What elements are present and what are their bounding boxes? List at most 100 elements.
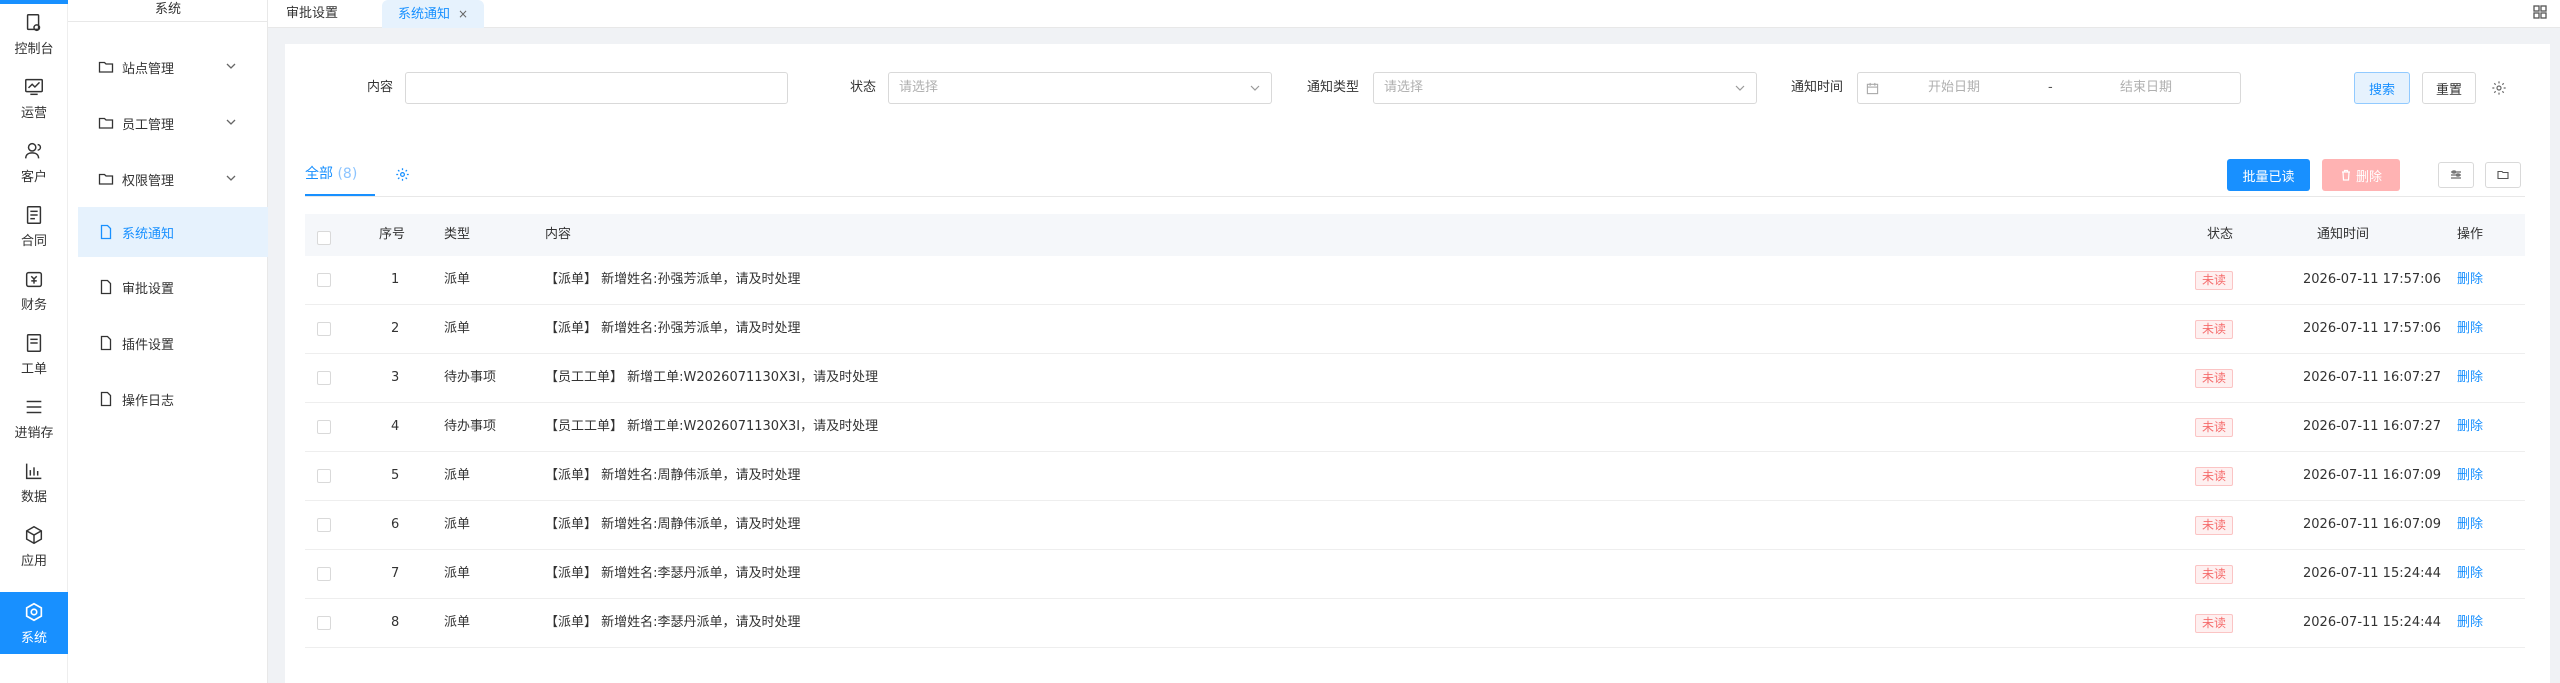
tab-system-notification[interactable]: 系统通知 × bbox=[382, 0, 485, 28]
tab-all[interactable]: 全部 (8) bbox=[305, 156, 357, 192]
status-badge: 未读 bbox=[2195, 516, 2234, 535]
app-icon bbox=[25, 525, 43, 544]
date-range-picker[interactable]: 开始日期 - 结束日期 bbox=[1857, 72, 2241, 104]
workorder-icon bbox=[26, 333, 42, 352]
status-filter-select[interactable]: 请选择 bbox=[888, 72, 1272, 104]
status-badge: 未读 bbox=[2195, 614, 2234, 633]
grid-icon[interactable] bbox=[2532, 4, 2548, 20]
row-checkbox[interactable] bbox=[317, 616, 331, 630]
type-filter-placeholder: 请选择 bbox=[1384, 80, 1424, 95]
submenu-item-system-notification[interactable]: 系统通知 bbox=[78, 207, 268, 257]
rail-item-finance[interactable]: 财务 bbox=[0, 260, 68, 320]
chevron-down-icon bbox=[226, 119, 236, 125]
status-badge: 未读 bbox=[2195, 271, 2234, 290]
submenu-item-site-management[interactable]: 站点管理 bbox=[78, 42, 268, 92]
row-delete-link[interactable]: 删除 bbox=[2457, 501, 2483, 549]
row-checkbox[interactable] bbox=[317, 518, 331, 532]
row-time: 2026-07-11 16:07:27 bbox=[2303, 370, 2442, 385]
status-badge: 未读 bbox=[2195, 320, 2234, 339]
trash-icon bbox=[2341, 169, 2350, 181]
system-icon bbox=[25, 602, 43, 621]
header-index: 序号 bbox=[379, 227, 406, 242]
inventory-icon bbox=[26, 400, 42, 413]
rail-label: 合同 bbox=[20, 233, 47, 249]
rail-item-customer[interactable]: 客户 bbox=[0, 132, 68, 192]
batch-mark-read-button[interactable]: 批量已读 bbox=[2227, 159, 2310, 191]
row-time: 2026-07-11 17:57:06 bbox=[2303, 272, 2442, 287]
type-filter-label: 通知类型 bbox=[1307, 80, 1360, 95]
submenu-label: 员工管理 bbox=[122, 117, 175, 133]
status-badge: 未读 bbox=[2195, 565, 2234, 584]
row-checkbox[interactable] bbox=[317, 371, 331, 385]
rail-label: 工单 bbox=[20, 361, 47, 377]
tab-all-count: (8) bbox=[337, 166, 358, 182]
table-row: 1 派单 【派单】 新增姓名:孙强芳派单，请及时处理 未读 2026-07-11… bbox=[305, 256, 2525, 305]
data-icon bbox=[25, 463, 42, 479]
row-index: 7 bbox=[391, 566, 400, 581]
row-content: 【派单】 新增姓名:周静伟派单，请及时处理 bbox=[545, 468, 801, 483]
row-checkbox[interactable] bbox=[317, 567, 331, 581]
row-delete-link[interactable]: 删除 bbox=[2457, 550, 2483, 598]
row-content: 【派单】 新增姓名:李瑟丹派单，请及时处理 bbox=[545, 615, 801, 630]
folder-button[interactable] bbox=[2485, 162, 2521, 188]
rail-item-inventory[interactable]: 进销存 bbox=[0, 388, 68, 448]
nav-rail: 控制台 运营 客户 合同 财务 工单 进销存 数据 应用 系统 bbox=[0, 0, 68, 683]
row-content: 【派单】 新增姓名:孙强芳派单，请及时处理 bbox=[545, 321, 801, 336]
delete-button[interactable]: 删除 bbox=[2322, 159, 2400, 191]
row-checkbox[interactable] bbox=[317, 322, 331, 336]
row-checkbox[interactable] bbox=[317, 420, 331, 434]
row-index: 5 bbox=[391, 468, 400, 483]
submenu-item-plugin-settings[interactable]: 插件设置 bbox=[78, 318, 268, 368]
row-type: 待办事项 bbox=[444, 370, 497, 385]
row-type: 派单 bbox=[444, 566, 471, 581]
tab-approval-settings[interactable]: 审批设置 bbox=[270, 0, 354, 28]
table-row: 4 待办事项 【员工工单】 新增工单:W2026071130X3I，请及时处理 … bbox=[305, 403, 2525, 452]
row-delete-link[interactable]: 删除 bbox=[2457, 403, 2483, 451]
submenu-label: 站点管理 bbox=[122, 61, 175, 77]
rail-item-data[interactable]: 数据 bbox=[0, 452, 68, 512]
filter-toggle-button[interactable] bbox=[2438, 162, 2474, 188]
rail-item-system[interactable]: 系统 bbox=[0, 592, 68, 654]
submenu-title: 系统 bbox=[68, 0, 268, 22]
reset-button[interactable]: 重置 bbox=[2422, 72, 2476, 104]
row-type: 派单 bbox=[444, 468, 471, 483]
row-content: 【派单】 新增姓名:孙强芳派单，请及时处理 bbox=[545, 272, 801, 287]
row-delete-link[interactable]: 删除 bbox=[2457, 305, 2483, 353]
submenu-item-staff-management[interactable]: 员工管理 bbox=[78, 98, 268, 148]
status-filter-placeholder: 请选择 bbox=[899, 80, 939, 95]
row-time: 2026-07-11 16:07:27 bbox=[2303, 419, 2442, 434]
rail-item-contract[interactable]: 合同 bbox=[0, 196, 68, 256]
row-type: 派单 bbox=[444, 321, 471, 336]
table-row: 3 待办事项 【员工工单】 新增工单:W2026071130X3I，请及时处理 … bbox=[305, 354, 2525, 403]
start-date-placeholder: 开始日期 bbox=[1928, 80, 1981, 95]
tab-label: 审批设置 bbox=[286, 6, 339, 21]
row-index: 6 bbox=[391, 517, 400, 532]
type-filter-select[interactable]: 请选择 bbox=[1373, 72, 1757, 104]
row-delete-link[interactable]: 删除 bbox=[2457, 452, 2483, 500]
close-icon[interactable]: × bbox=[458, 7, 468, 21]
row-delete-link[interactable]: 删除 bbox=[2457, 354, 2483, 402]
status-badge: 未读 bbox=[2195, 418, 2234, 437]
row-delete-link[interactable]: 删除 bbox=[2457, 599, 2483, 647]
rail-item-dashboard[interactable]: 控制台 bbox=[0, 4, 68, 64]
rail-item-app[interactable]: 应用 bbox=[0, 516, 68, 576]
document-icon bbox=[100, 224, 112, 240]
search-button[interactable]: 搜索 bbox=[2354, 72, 2410, 104]
row-checkbox[interactable] bbox=[317, 469, 331, 483]
column-settings-icon[interactable] bbox=[395, 167, 410, 182]
row-checkbox[interactable] bbox=[317, 273, 331, 287]
submenu-item-permission-management[interactable]: 权限管理 bbox=[78, 154, 268, 204]
chevron-down-icon bbox=[1250, 85, 1260, 91]
settings-gear-icon[interactable] bbox=[2491, 80, 2507, 96]
customer-icon bbox=[25, 142, 42, 158]
row-delete-link[interactable]: 删除 bbox=[2457, 256, 2483, 304]
rail-item-operations[interactable]: 运营 bbox=[0, 68, 68, 128]
row-index: 2 bbox=[391, 321, 400, 336]
select-all-checkbox[interactable] bbox=[317, 231, 331, 245]
submenu-item-operation-log[interactable]: 操作日志 bbox=[78, 374, 268, 424]
table-row: 7 派单 【派单】 新增姓名:李瑟丹派单，请及时处理 未读 2026-07-11… bbox=[305, 550, 2525, 599]
submenu-item-approval-settings[interactable]: 审批设置 bbox=[78, 262, 268, 312]
table-row: 5 派单 【派单】 新增姓名:周静伟派单，请及时处理 未读 2026-07-11… bbox=[305, 452, 2525, 501]
content-filter-input[interactable] bbox=[405, 72, 788, 104]
rail-item-workorder[interactable]: 工单 bbox=[0, 324, 68, 384]
